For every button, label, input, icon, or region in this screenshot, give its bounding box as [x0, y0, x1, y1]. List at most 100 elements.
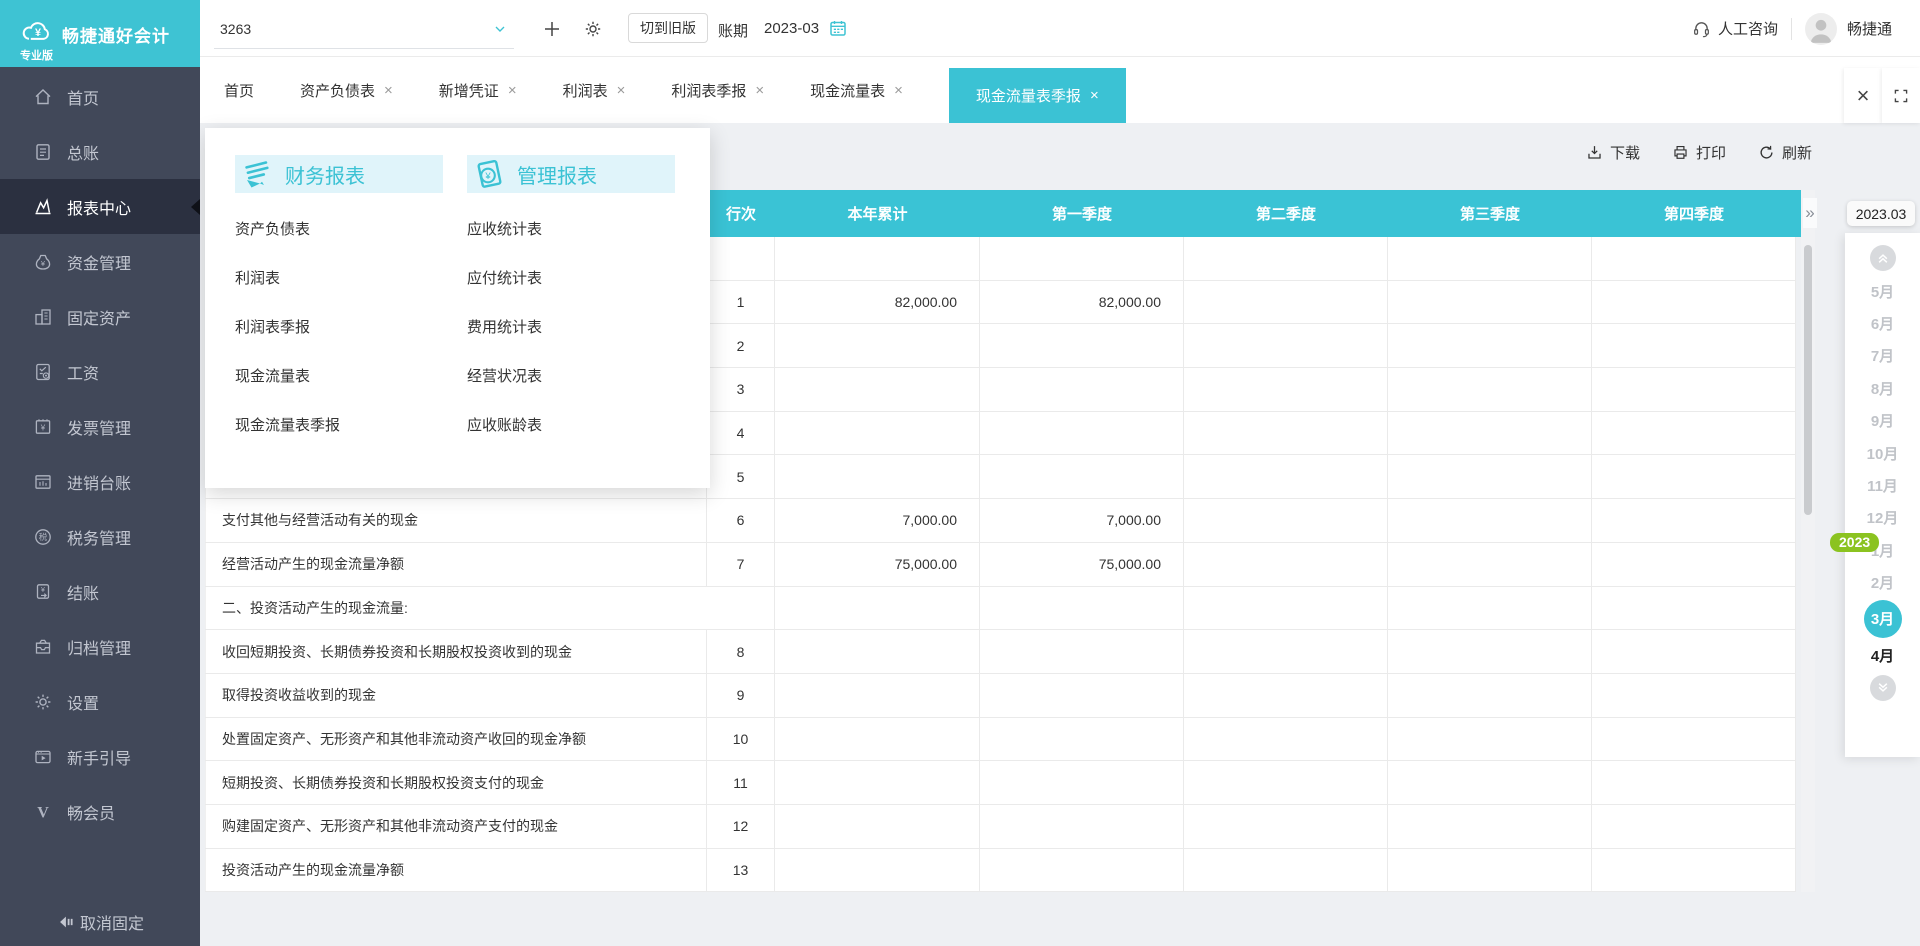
month-item[interactable]: 9月: [1871, 405, 1894, 437]
cell-line: 13: [707, 849, 775, 892]
report-menu-item[interactable]: 资产负债表: [235, 205, 467, 254]
report-menu-item[interactable]: 利润表季报: [235, 303, 467, 352]
cell-q4: [1592, 237, 1796, 280]
gear-icon[interactable]: [583, 19, 603, 39]
switch-old-version-button[interactable]: 切到旧版: [628, 13, 708, 43]
sidebar-item-ledger[interactable]: 总账: [0, 124, 200, 179]
month-item[interactable]: 3月: [1864, 600, 1902, 638]
sidebar-item-fixed-assets[interactable]: 固定资产: [0, 289, 200, 344]
tab-item[interactable]: 现金流量表×: [810, 57, 903, 123]
tab-item[interactable]: 首页: [224, 57, 254, 123]
report-menu-item[interactable]: 应付统计表: [467, 254, 699, 303]
unpin-sidebar-button[interactable]: 取消固定: [0, 910, 200, 934]
sidebar-item-archive[interactable]: 归档管理: [0, 619, 200, 674]
sidebar-item-guide[interactable]: 新手引导: [0, 729, 200, 784]
tab-item[interactable]: 资产负债表 ×: [300, 57, 393, 123]
close-all-tabs-button[interactable]: ×: [1844, 68, 1882, 123]
month-item[interactable]: 10月: [1867, 437, 1899, 469]
cell-q3: [1388, 412, 1592, 455]
close-icon[interactable]: ×: [508, 83, 517, 98]
svg-text:税: 税: [39, 532, 48, 542]
cell-q4: [1592, 499, 1796, 542]
cell-q3: [1388, 761, 1592, 804]
cell-q1: [980, 412, 1184, 455]
cell-q2: [1184, 674, 1388, 717]
cell-q4: [1592, 368, 1796, 411]
report-menu-item[interactable]: 应收账龄表: [467, 401, 699, 450]
cell-q2: [1184, 630, 1388, 673]
fullscreen-button[interactable]: [1882, 68, 1920, 123]
period-value[interactable]: 2023-03: [764, 20, 819, 37]
cell-total: [775, 718, 980, 761]
table-scrollbar[interactable]: [1801, 190, 1815, 892]
sidebar-item-invoice[interactable]: ¥发票管理: [0, 399, 200, 454]
tab-item[interactable]: 新增凭证 ×: [439, 57, 517, 123]
cell-line: 8: [707, 630, 775, 673]
svg-text:¥: ¥: [41, 259, 46, 268]
collapse-pin-icon: [56, 913, 74, 931]
report-toolbar: 下载 打印 刷新: [1586, 142, 1812, 163]
close-icon[interactable]: ×: [755, 83, 764, 98]
close-icon[interactable]: ×: [1090, 88, 1099, 103]
sidebar-item-settings[interactable]: 设置: [0, 674, 200, 729]
month-item[interactable]: 12月: [1867, 502, 1899, 534]
add-account-button[interactable]: [542, 19, 562, 39]
cell-total: [775, 630, 980, 673]
cell-line: 7: [707, 543, 775, 586]
chevron-down-icon: [492, 21, 508, 37]
sidebar-item-report-center[interactable]: 报表中心: [0, 179, 200, 234]
sidebar-item-tax[interactable]: 税税务管理: [0, 509, 200, 564]
report-menu-item[interactable]: 费用统计表: [467, 303, 699, 352]
close-icon[interactable]: ×: [384, 83, 393, 98]
cell-line: 10: [707, 718, 775, 761]
app-logo: ¥ 畅捷通好会计 专业版: [0, 0, 200, 67]
tab-label: 资产负债表: [300, 80, 375, 101]
month-item[interactable]: 7月: [1871, 340, 1894, 372]
scrollbar-thumb[interactable]: [1804, 245, 1812, 515]
archive-icon: [33, 637, 53, 657]
sidebar-item-label: 进销台账: [67, 470, 131, 494]
cell-line: 3: [707, 368, 775, 411]
month-item[interactable]: 6月: [1871, 307, 1894, 339]
download-button[interactable]: 下载: [1586, 142, 1640, 163]
human-support-button[interactable]: 人工咨询: [1692, 18, 1778, 39]
user-menu[interactable]: 畅捷通: [1805, 13, 1892, 45]
month-item[interactable]: 5月: [1871, 275, 1894, 307]
report-menu-item[interactable]: 经营状况表: [467, 352, 699, 401]
account-select[interactable]: 3263: [214, 9, 514, 49]
sidebar-item-member[interactable]: V畅会员: [0, 784, 200, 839]
scroll-months-up-button[interactable]: [1870, 245, 1896, 271]
report-menu-item[interactable]: 现金流量表季报: [235, 401, 467, 450]
report-menu-item[interactable]: 现金流量表: [235, 352, 467, 401]
close-icon[interactable]: ×: [894, 83, 903, 98]
headset-icon: [1692, 19, 1711, 38]
report-menu-item[interactable]: 应收统计表: [467, 205, 699, 254]
cell-line: 5: [707, 455, 775, 498]
sidebar-item-salary[interactable]: 工资: [0, 344, 200, 399]
month-item[interactable]: 8月: [1871, 372, 1894, 404]
report-menu-item[interactable]: 利润表: [235, 254, 467, 303]
fixed-assets-icon: [33, 307, 53, 327]
tab-item[interactable]: 利润表×: [563, 57, 626, 123]
close-icon[interactable]: ×: [617, 83, 626, 98]
month-item[interactable]: 11月: [1867, 469, 1898, 501]
scroll-months-down-button[interactable]: [1870, 675, 1896, 701]
tab-label: 新增凭证: [439, 80, 499, 101]
table-row: 取得投资收益收到的现金9: [205, 674, 1796, 718]
month-item[interactable]: 2月: [1871, 567, 1894, 599]
sidebar-item-funds[interactable]: ¥资金管理: [0, 234, 200, 289]
tab-item[interactable]: 现金流量表季报×: [949, 68, 1126, 123]
month-item[interactable]: 4月: [1871, 639, 1894, 671]
table-row: 处置固定资产、无形资产和其他非流动资产收回的现金净额10: [205, 718, 1796, 762]
tab-item[interactable]: 利润表季报×: [671, 57, 764, 123]
calendar-icon[interactable]: [828, 18, 848, 38]
sidebar-item-purchase-sale[interactable]: 进销台账: [0, 454, 200, 509]
sidebar-item-closing[interactable]: ¥结账: [0, 564, 200, 619]
cell-total: [775, 805, 980, 848]
print-button[interactable]: 打印: [1672, 142, 1726, 163]
more-columns-button[interactable]: »: [1803, 198, 1817, 228]
purchase-sale-icon: [33, 472, 53, 492]
sidebar-item-home[interactable]: 首页: [0, 69, 200, 124]
refresh-button[interactable]: 刷新: [1758, 142, 1812, 163]
cell-q4: [1592, 630, 1796, 673]
